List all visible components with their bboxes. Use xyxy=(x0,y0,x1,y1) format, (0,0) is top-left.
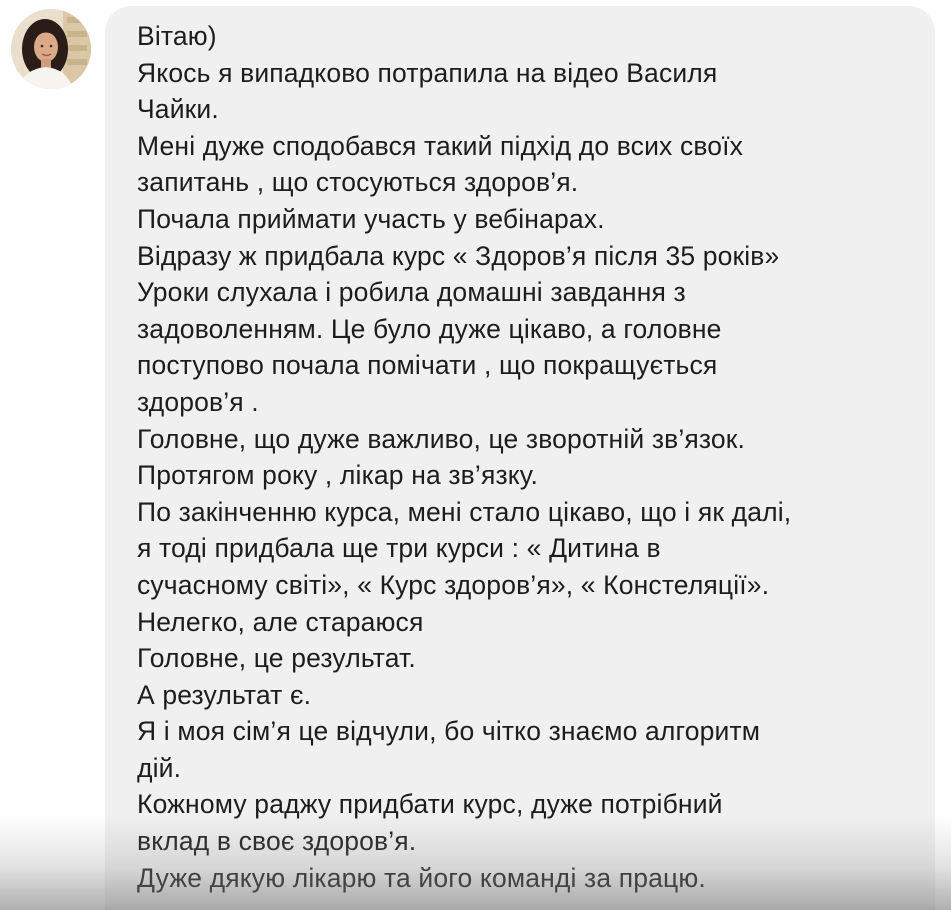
message-line: вклад в своє здоров’я. xyxy=(137,826,417,857)
message-line: сучасному світі», « Курс здоров’я», « Ко… xyxy=(137,569,770,600)
message-line: По закінченню курса, мені стало цікаво, … xyxy=(137,496,792,527)
message-line: задоволенням. Це було дуже цікаво, а гол… xyxy=(137,313,722,344)
message-line: А результат є. xyxy=(137,679,312,710)
message-line: Кожному раджу придбати курс, дуже потріб… xyxy=(137,789,723,820)
message-line: Почала приймати участь у вебінарах. xyxy=(137,203,605,234)
message-line: поступово почала помічати , що покращуєт… xyxy=(137,350,718,381)
message-line: Я і моя сім’я це відчули, бо чітко знаєм… xyxy=(137,716,761,747)
message-line: дій. xyxy=(137,752,182,783)
message-line: Дуже дякую лікарю та його команді за пра… xyxy=(137,862,706,893)
chat-page: Вітаю) Якось я випадково потрапила на ві… xyxy=(0,0,951,910)
message-line: Головне, що дуже важливо, це зворотній з… xyxy=(137,423,746,454)
message-text: Вітаю) Якось я випадково потрапила на ві… xyxy=(137,18,927,896)
message-line: запитань , що стосуються здоров’я. xyxy=(137,167,579,198)
message-line: Мені дуже сподобався такий підхід до вси… xyxy=(137,130,744,161)
sender-avatar[interactable] xyxy=(11,9,91,89)
message-line: Відразу ж придбала курс « Здоров’я після… xyxy=(137,240,780,271)
message-line: Уроки слухала і робила домашні завдання … xyxy=(137,277,686,308)
message-line: Чайки. xyxy=(137,94,219,125)
message-line: Головне, це результат. xyxy=(137,643,416,674)
message-line: Якось я випадково потрапила на відео Вас… xyxy=(137,57,718,88)
message-line: здоров’я . xyxy=(137,386,259,417)
user-avatar-photo-icon xyxy=(11,9,91,89)
message-line: Вітаю) xyxy=(137,21,217,51)
message-line: Нелегко, але стараюся xyxy=(137,606,424,637)
message-line: я тоді придбала ще три курси : « Дитина … xyxy=(137,533,661,564)
message-line: Протягом року , лікар на зв’язку. xyxy=(137,460,539,491)
